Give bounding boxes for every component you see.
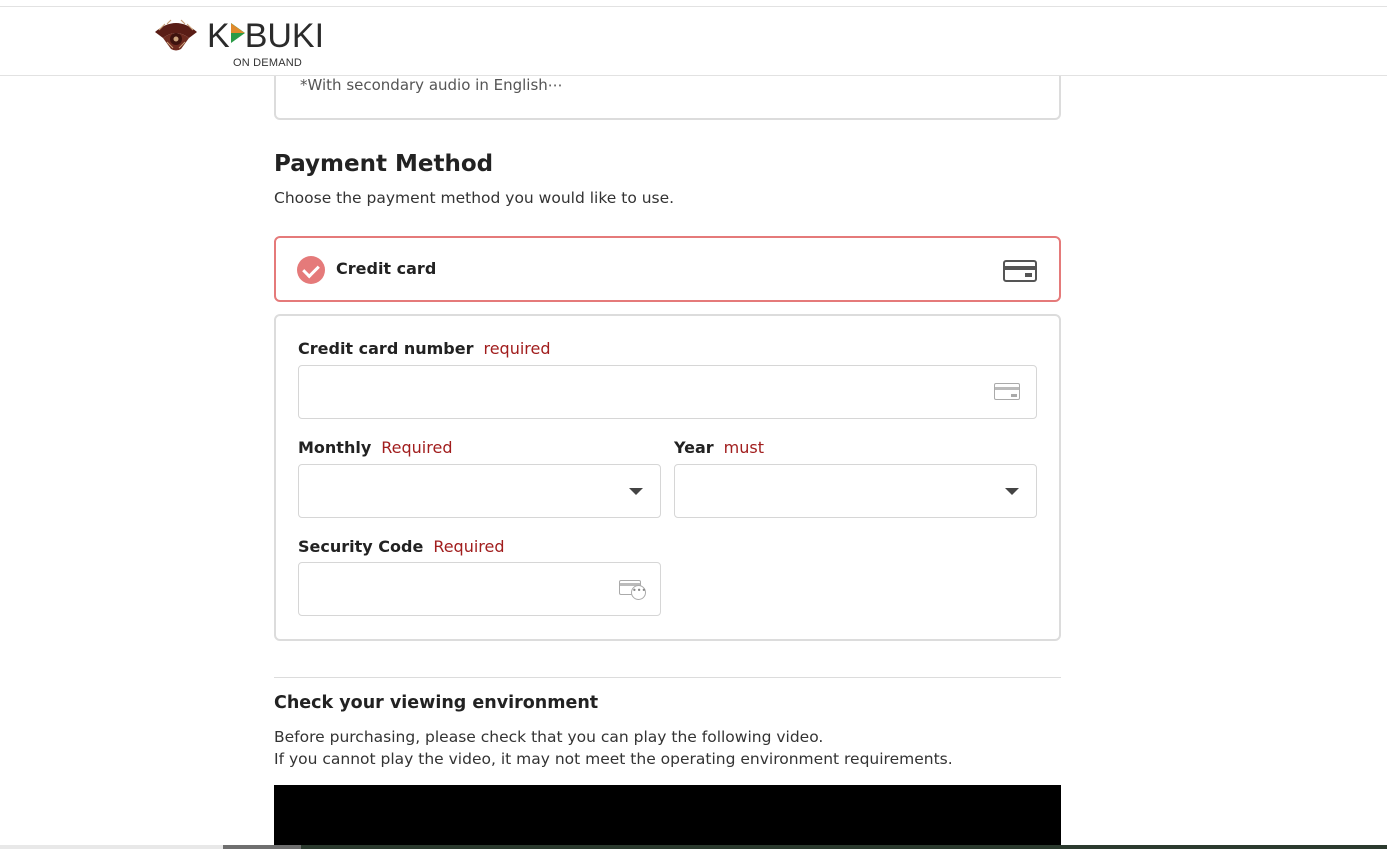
viewing-environment-title: Check your viewing environment	[274, 693, 599, 713]
security-code-label-text: Security Code	[298, 537, 424, 556]
month-label: Monthly Required	[298, 438, 452, 457]
audio-note: *With secondary audio in English⋯	[300, 76, 563, 94]
security-code-label: Security Code Required	[298, 537, 505, 556]
cvc-dots-shape: •••	[631, 585, 646, 600]
logo-wordmark: K BUKI	[207, 18, 324, 54]
section-divider	[274, 677, 1061, 678]
test-video-player[interactable]	[274, 785, 1061, 849]
security-code-card-icon: •••	[619, 580, 647, 600]
credit-card-icon	[1003, 260, 1037, 282]
payment-method-title: Payment Method	[274, 151, 494, 177]
card-number-required: required	[483, 339, 551, 358]
credit-card-option-label: Credit card	[336, 259, 437, 278]
site-header: K BUKI ON DEMAND	[0, 7, 1387, 76]
viewing-environment-line-2: If you cannot play the video, it may not…	[274, 750, 953, 768]
kabuki-fan-logo-icon	[155, 19, 197, 51]
year-required: must	[723, 438, 764, 457]
logo-text-buki: BUKI	[244, 17, 325, 55]
month-required: Required	[381, 438, 453, 457]
credit-card-option[interactable]: Credit card	[274, 236, 1061, 302]
viewing-environment-line-1: Before purchasing, please check that you…	[274, 728, 824, 746]
card-icon	[994, 383, 1020, 400]
top-edge	[0, 0, 1387, 7]
year-label-text: Year	[674, 438, 714, 457]
logo-text-k: K	[207, 17, 230, 55]
play-triangle-icon	[230, 23, 245, 43]
year-select[interactable]	[674, 464, 1037, 518]
month-select[interactable]	[298, 464, 661, 518]
card-number-label: Credit card number required	[298, 339, 551, 358]
card-number-label-text: Credit card number	[298, 339, 474, 358]
check-icon	[297, 256, 325, 284]
year-label: Year must	[674, 438, 764, 457]
kabuki-logo[interactable]: K BUKI ON DEMAND	[153, 18, 333, 69]
window-bottom-bar	[0, 845, 1387, 849]
bottom-bar-dark	[223, 845, 1387, 849]
security-code-required: Required	[433, 537, 505, 556]
security-code-input[interactable]: •••	[298, 562, 661, 616]
month-label-text: Monthly	[298, 438, 372, 457]
chevron-down-icon	[1005, 488, 1019, 495]
logo-subtitle: ON DEMAND	[233, 57, 303, 69]
card-number-input[interactable]	[298, 365, 1037, 419]
bottom-bar-thumb	[223, 845, 301, 849]
credit-card-form: Credit card number required Monthly Requir…	[274, 314, 1061, 641]
chevron-down-icon	[629, 488, 643, 495]
payment-method-description: Choose the payment method you would like…	[274, 189, 675, 207]
